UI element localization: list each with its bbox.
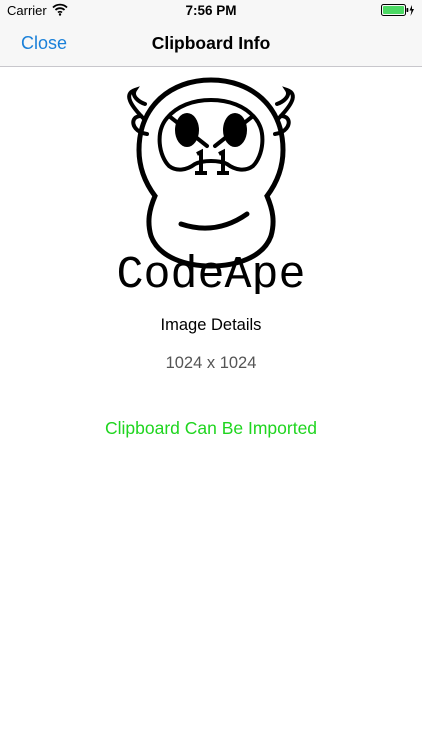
clipboard-info-screen: Carrier 7:56 PM Close Clipboard Info Cod… xyxy=(0,0,422,750)
image-size-value: 1024 x 1024 xyxy=(165,354,257,372)
navigation-bar: Close Clipboard Info xyxy=(0,22,422,67)
status-time: 7:56 PM xyxy=(185,3,237,18)
monkey-logo-icon: CodeApe xyxy=(116,77,306,301)
page-title: Clipboard Info xyxy=(151,33,271,53)
logo-wordmark: CodeApe xyxy=(116,250,305,294)
import-status-message: Clipboard Can Be Imported xyxy=(104,418,318,438)
status-bar: Carrier 7:56 PM xyxy=(0,0,422,22)
battery-charging-icon xyxy=(381,4,415,20)
image-details-heading: Image Details xyxy=(160,316,262,334)
clipboard-image-preview: CodeApe xyxy=(95,72,327,301)
